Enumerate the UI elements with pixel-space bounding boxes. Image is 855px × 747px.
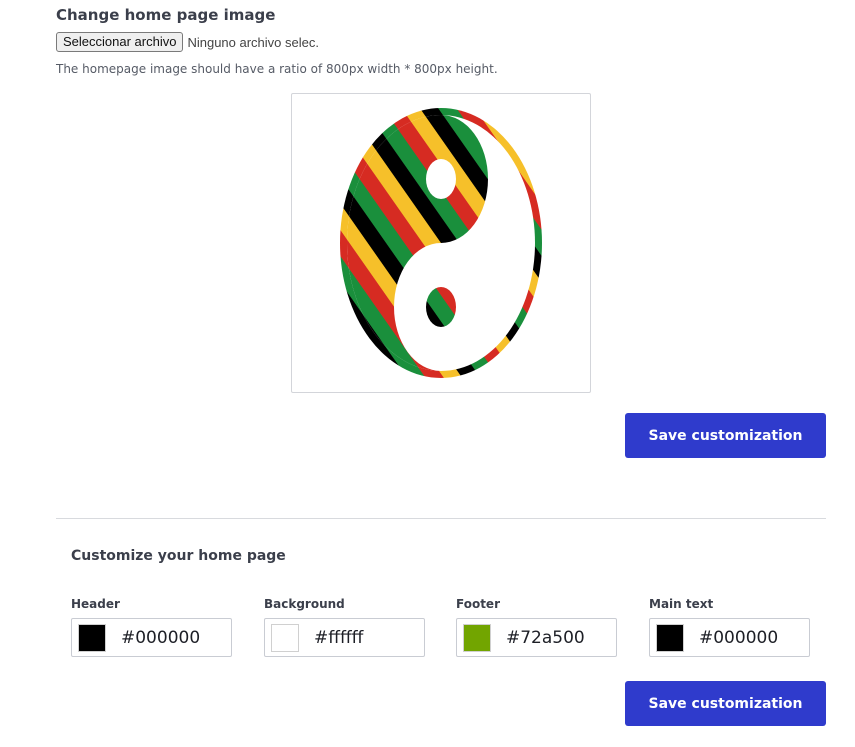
main-text-color-input[interactable]: #000000 (649, 618, 810, 657)
footer-color-group: Footer #72a500 (456, 597, 619, 657)
background-color-label: Background (264, 597, 345, 611)
footer-color-label: Footer (456, 597, 500, 611)
yin-yang-image (340, 108, 542, 378)
main-text-color-swatch[interactable] (656, 623, 684, 652)
header-color-group: Header #000000 (71, 597, 234, 657)
background-color-group: Background #ffffff (264, 597, 427, 657)
footer-color-value: #72a500 (506, 627, 585, 648)
file-status: Ninguno archivo selec. (187, 34, 319, 50)
homepage-image-preview (291, 93, 591, 393)
file-picker: Seleccionar archivo Ninguno archivo sele… (56, 32, 319, 52)
image-section-title: Change home page image (56, 6, 276, 24)
background-color-input[interactable]: #ffffff (264, 618, 425, 657)
footer-color-input[interactable]: #72a500 (456, 618, 617, 657)
main-text-color-value: #000000 (699, 627, 779, 648)
choose-file-button[interactable]: Seleccionar archivo (56, 32, 184, 52)
header-color-swatch[interactable] (78, 623, 106, 652)
header-color-label: Header (71, 597, 120, 611)
main-text-color-group: Main text #000000 (649, 597, 812, 657)
customize-section-title: Customize your home page (71, 548, 286, 564)
save-colors-button[interactable]: Save customization (625, 681, 826, 726)
background-color-value: #ffffff (314, 627, 364, 648)
main-text-color-label: Main text (649, 597, 714, 611)
background-color-swatch[interactable] (271, 623, 299, 652)
header-color-value: #000000 (121, 627, 201, 648)
footer-color-swatch[interactable] (463, 623, 491, 652)
image-ratio-hint: The homepage image should have a ratio o… (56, 62, 498, 76)
save-image-button[interactable]: Save customization (625, 413, 826, 458)
header-color-input[interactable]: #000000 (71, 618, 232, 657)
section-divider (56, 518, 826, 519)
page: Change home page image Seleccionar archi… (0, 0, 855, 747)
